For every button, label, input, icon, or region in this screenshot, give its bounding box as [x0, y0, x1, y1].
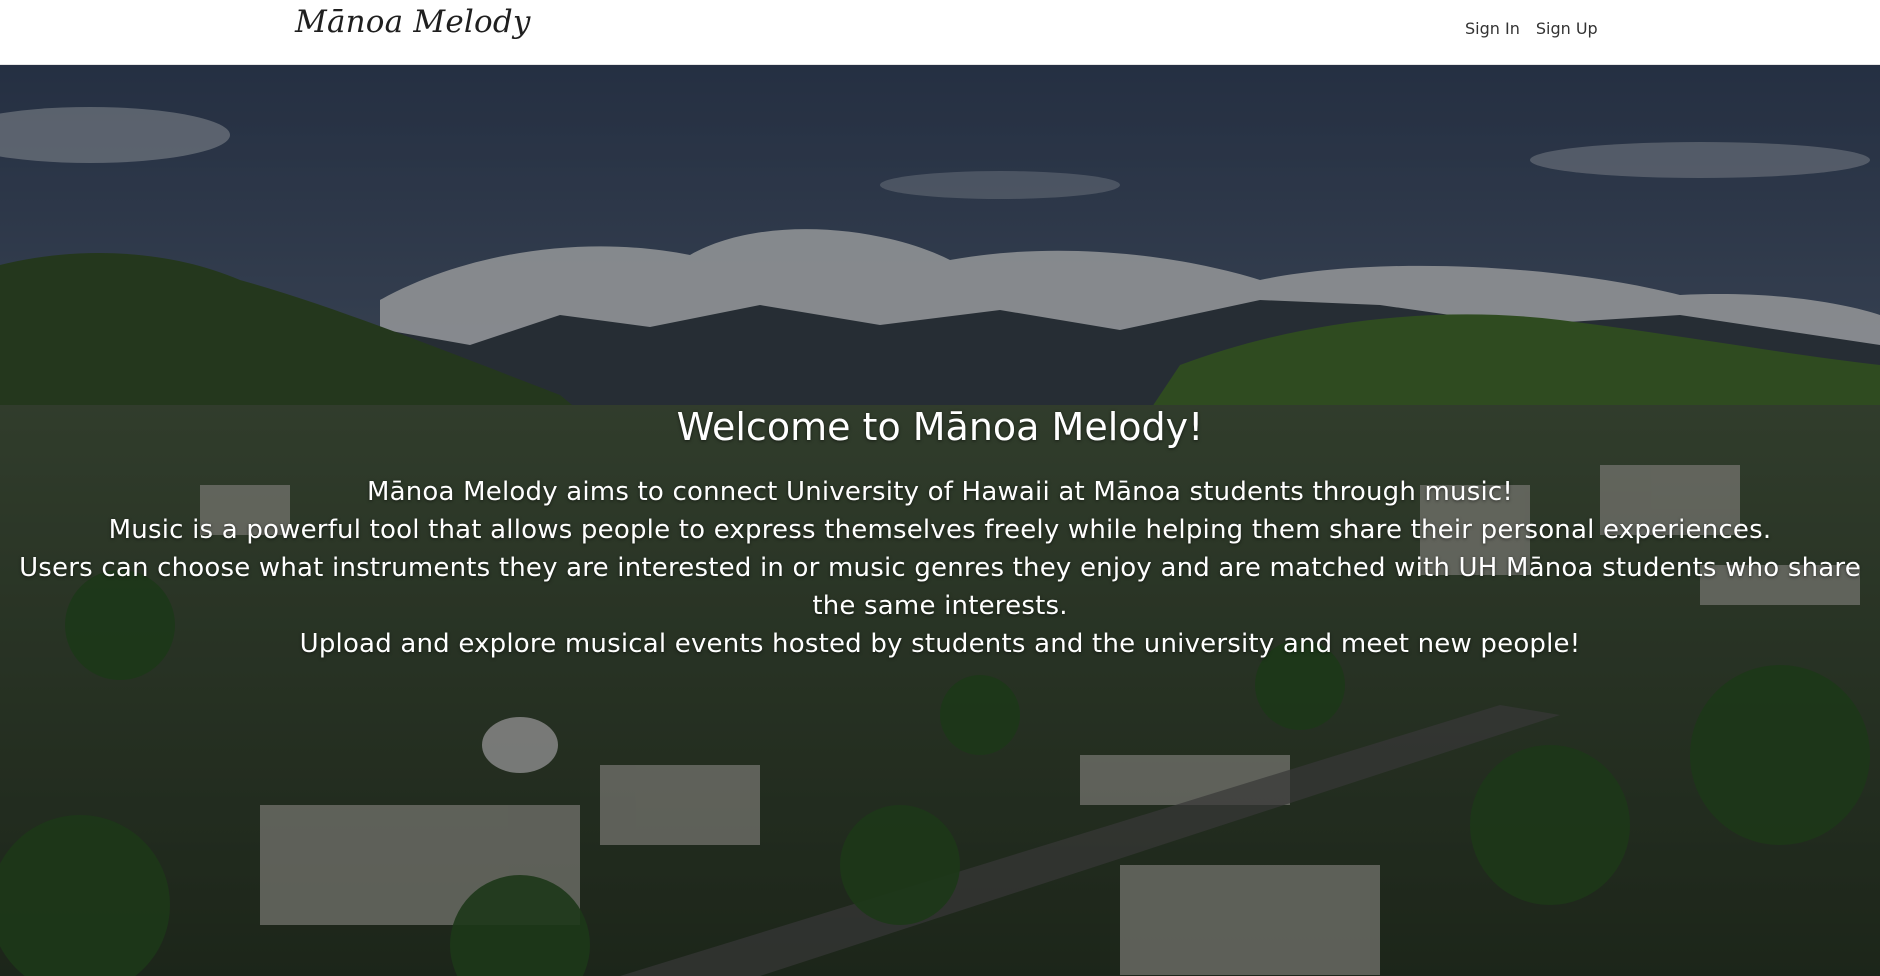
navbar: Mānoa Melody Sign In Sign Up: [0, 0, 1880, 65]
brand-logo[interactable]: Mānoa Melody: [295, 4, 531, 40]
hero-section: Welcome to Mānoa Melody! Mānoa Melody ai…: [0, 65, 1880, 976]
welcome-title: Welcome to Mānoa Melody!: [676, 405, 1204, 449]
nav-links: Sign In Sign Up: [1465, 19, 1598, 38]
sign-in-link[interactable]: Sign In: [1465, 19, 1520, 38]
intro-line-2: Music is a powerful tool that allows peo…: [108, 515, 1772, 545]
intro-line-1: Mānoa Melody aims to connect University …: [366, 477, 1514, 507]
intro-line-4: Upload and explore musical events hosted…: [299, 629, 1581, 659]
hero-content: Welcome to Mānoa Melody! Mānoa Melody ai…: [0, 403, 1880, 663]
sign-up-link[interactable]: Sign Up: [1536, 19, 1598, 38]
intro-line-3: Users can choose what instruments they a…: [19, 553, 1861, 621]
